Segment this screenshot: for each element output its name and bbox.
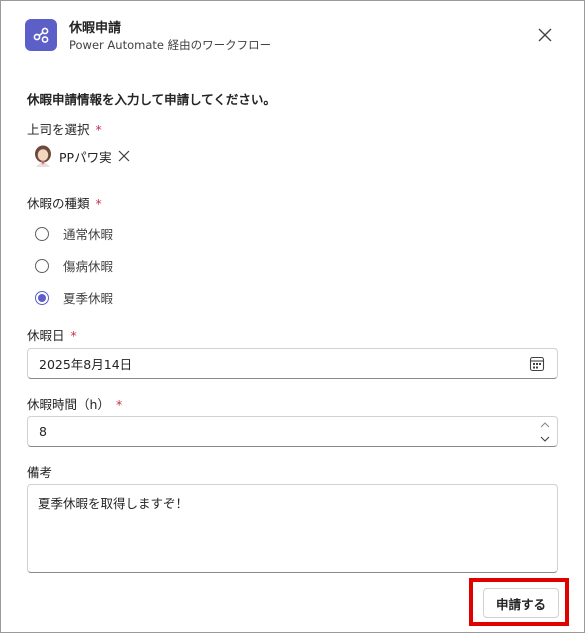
date-value: 2025年8月14日	[39, 357, 133, 372]
hours-value: 8	[39, 424, 47, 439]
date-input[interactable]: 2025年8月14日	[27, 348, 558, 379]
supervisor-label: 上司を選択 *	[27, 122, 102, 137]
radio-button[interactable]	[35, 258, 49, 273]
radio-option-sick[interactable]: 傷病休暇	[35, 256, 113, 275]
remarks-textarea[interactable]: 夏季休暇を取得しますぞ！	[27, 484, 558, 573]
required-mark: *	[70, 328, 77, 343]
radio-dot	[38, 293, 46, 302]
increment-icon[interactable]	[538, 419, 552, 431]
radio-label: 夏季休暇	[63, 291, 114, 306]
leave-type-label: 休暇の種類 *	[27, 196, 102, 211]
calendar-icon[interactable]	[529, 356, 545, 372]
radio-option-summer[interactable]: 夏季休暇	[35, 288, 113, 307]
hours-label: 休暇時間（h） *	[27, 397, 123, 412]
person-name: PPパワ実	[59, 149, 112, 165]
dialog-title: 休暇申請	[69, 21, 122, 36]
radio-label: 傷病休暇	[63, 259, 114, 274]
submit-button[interactable]: 申請する	[483, 588, 559, 618]
radio-option-normal[interactable]: 通常休暇	[35, 224, 113, 243]
radio-button-selected[interactable]	[35, 290, 49, 305]
required-mark: *	[115, 397, 123, 412]
remove-person-button[interactable]	[116, 148, 132, 164]
remarks-label: 備考	[27, 465, 53, 480]
required-mark: *	[95, 122, 102, 137]
decrement-icon[interactable]	[538, 433, 552, 445]
radio-label: 通常休暇	[63, 227, 114, 242]
avatar	[35, 145, 51, 167]
date-label: 休暇日 *	[27, 328, 77, 343]
close-icon	[118, 150, 130, 162]
form-instruction: 休暇申請情報を入力して申請してください。	[27, 92, 276, 107]
radio-button[interactable]	[35, 226, 49, 241]
selected-person-chip: PPパワ実	[33, 145, 132, 167]
share-nodes-icon	[25, 19, 57, 51]
close-icon	[538, 28, 552, 42]
dialog-subtitle: Power Automate 経由のワークフロー	[69, 38, 272, 52]
close-button[interactable]	[533, 23, 557, 47]
number-spinner	[538, 419, 552, 445]
required-mark: *	[95, 196, 102, 211]
hours-input[interactable]: 8	[27, 416, 558, 447]
workflow-dialog: 休暇申請 Power Automate 経由のワークフロー 休暇申請情報を入力し…	[0, 0, 585, 633]
